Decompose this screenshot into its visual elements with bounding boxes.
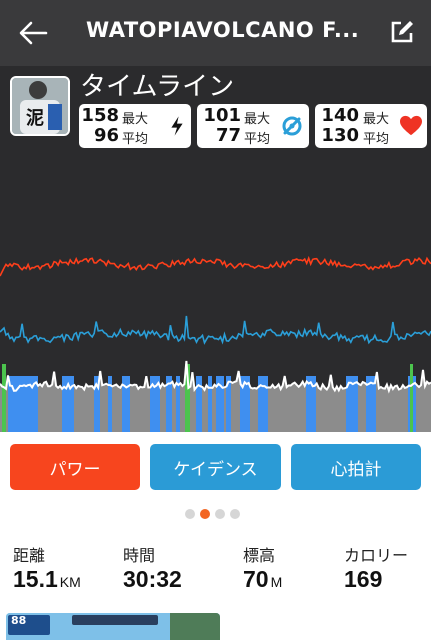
tab-power-label: パワー: [49, 459, 101, 480]
timeline-panel: 泥 タイムライン 158 最大 96 平均 101 最大 77 平均 140 最…: [0, 66, 431, 432]
avatar[interactable]: 泥: [10, 76, 70, 136]
elevation-number: 70: [243, 566, 269, 592]
tab-power[interactable]: パワー: [10, 444, 140, 490]
calories-number: 169: [344, 566, 383, 592]
elevation-unit: M: [270, 574, 283, 590]
heart-stat-box: 140 最大 130 平均: [315, 104, 427, 148]
page-dot[interactable]: [230, 509, 240, 519]
timeline-graph[interactable]: [0, 236, 431, 432]
ride-screenshot-thumbnail[interactable]: 88: [6, 613, 220, 640]
power-zone-bar: [208, 376, 212, 432]
edit-icon[interactable]: [388, 18, 416, 46]
page-dot[interactable]: [215, 509, 225, 519]
heart-icon: [400, 115, 422, 136]
timeline-title: タイムライン: [80, 72, 235, 102]
elevation-value: 70 M: [243, 566, 282, 593]
power-peak-bar: [2, 364, 6, 432]
heart-avg-value: 130: [321, 125, 359, 146]
thumbnail-image: [6, 613, 220, 640]
cadence-max-value: 101: [203, 105, 241, 126]
cadence-avg-value: 77: [215, 125, 241, 146]
heart-max-value: 140: [321, 105, 359, 126]
tab-heart-rate-label: 心拍計: [330, 459, 382, 480]
activity-title: WATOPIAVOLCANO F...: [86, 18, 360, 42]
top-bar: WATOPIAVOLCANO F...: [0, 0, 431, 66]
cadence-line: [0, 315, 431, 345]
power-max-value: 158: [81, 105, 119, 126]
time-label: 時間: [123, 546, 156, 565]
power-avg-value: 96: [93, 125, 119, 146]
distance-number: 15.1: [13, 566, 58, 592]
page-dot[interactable]: [185, 509, 195, 519]
time-value: 30:32: [123, 566, 182, 593]
page-dot-active[interactable]: [200, 509, 210, 519]
heart-avg-label: 平均: [363, 132, 390, 147]
distance-label: 距離: [13, 546, 46, 565]
distance-unit: KM: [59, 574, 81, 590]
calories-value: 169: [344, 566, 382, 593]
calories-label: カロリー: [344, 546, 409, 565]
power-avg-label: 平均: [122, 132, 149, 147]
cadence-avg-label: 平均: [244, 132, 271, 147]
back-arrow-icon[interactable]: [18, 20, 48, 46]
distance-value: 15.1 KM: [13, 566, 81, 593]
power-peak-bar: [410, 364, 413, 432]
power-max-label: 最大: [122, 112, 149, 127]
power-stat-box: 158 最大 96 平均: [79, 104, 191, 148]
cadence-stat-box: 101 最大 77 平均: [197, 104, 309, 148]
thumbnail-speed: 88: [11, 614, 27, 627]
page-indicator: [185, 509, 245, 521]
power-zone-bar: [264, 376, 268, 432]
tab-heart-rate[interactable]: 心拍計: [291, 444, 421, 490]
cadence-icon: [282, 116, 302, 136]
heart-rate-line: [0, 255, 431, 277]
elevation-label: 標高: [243, 546, 276, 565]
avatar-text: 泥: [26, 108, 44, 129]
lightning-icon: [171, 116, 183, 136]
cadence-max-label: 最大: [244, 112, 271, 127]
heart-max-label: 最大: [363, 112, 390, 127]
time-number: 30:32: [123, 566, 182, 592]
tab-cadence-label: ケイデンス: [173, 459, 258, 480]
tab-cadence[interactable]: ケイデンス: [150, 444, 281, 490]
